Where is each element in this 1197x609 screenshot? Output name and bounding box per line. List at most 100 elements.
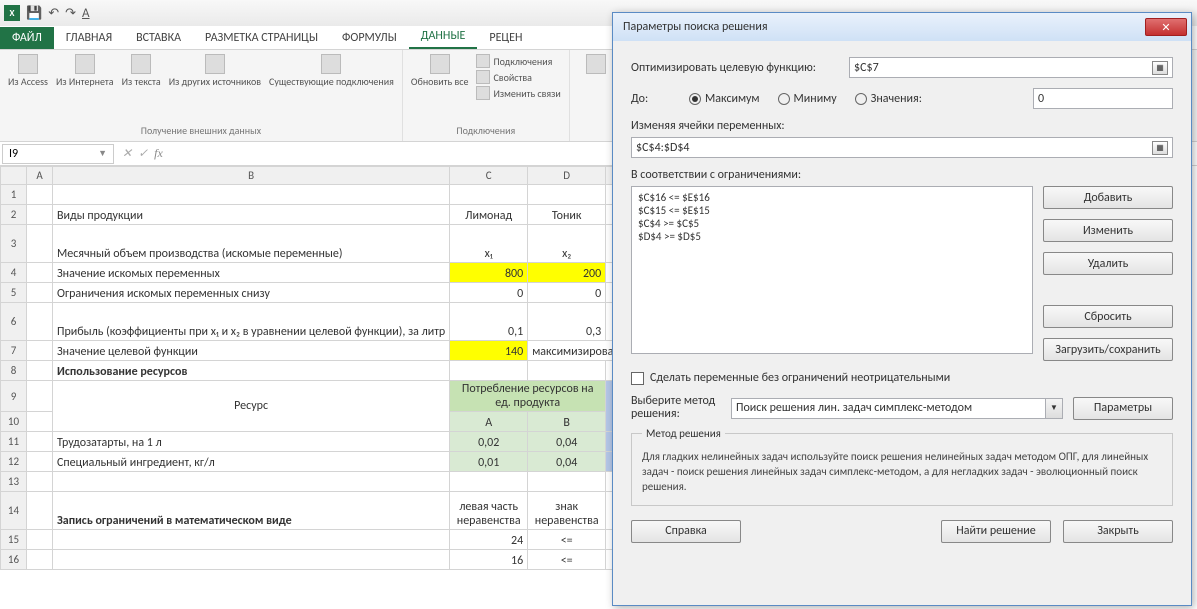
row-header[interactable]: 15	[1, 530, 27, 550]
chevron-down-icon[interactable]: ▼	[1045, 399, 1062, 418]
cell[interactable]: Ресурс	[53, 381, 450, 432]
undo-icon[interactable]: ↶	[48, 6, 59, 21]
row-header[interactable]: 9	[1, 381, 27, 412]
reset-button[interactable]: Сбросить	[1043, 305, 1173, 328]
add-button[interactable]: Добавить	[1043, 186, 1173, 209]
tab-data[interactable]: ДАННЫЕ	[409, 25, 478, 49]
cell[interactable]: 800	[450, 263, 528, 283]
cell[interactable]: Месячный объем производства (искомые пер…	[53, 225, 450, 263]
constraint-item[interactable]: $C$16 <= $E$16	[638, 191, 1026, 204]
cell[interactable]: 0	[450, 283, 528, 303]
properties-button[interactable]: Свойства	[476, 70, 531, 84]
row-header[interactable]: 3	[1, 225, 27, 263]
row-header[interactable]: 13	[1, 472, 27, 492]
range-picker-icon[interactable]: ▦	[1152, 141, 1168, 155]
constraint-item[interactable]: $C$15 <= $E$15	[638, 204, 1026, 217]
cell[interactable]: Лимонад	[450, 205, 528, 225]
cell[interactable]: <=	[528, 550, 606, 570]
cell[interactable]: 0,04	[528, 432, 606, 452]
constraints-list[interactable]: $C$16 <= $E$16 $C$15 <= $E$15 $C$4 >= $C…	[631, 186, 1033, 354]
cell[interactable]: 0,04	[528, 452, 606, 472]
row-header[interactable]: 1	[1, 185, 27, 205]
name-box[interactable]: I9▼	[2, 144, 114, 164]
tab-home[interactable]: ГЛАВНАЯ	[54, 27, 124, 49]
col-header-c[interactable]: C	[450, 167, 528, 185]
radio-min[interactable]: Миниму	[778, 92, 837, 106]
cell[interactable]: Прибыль (коэффициенты при x₁ и x₂ в урав…	[53, 303, 450, 341]
params-button[interactable]: Параметры	[1073, 397, 1173, 420]
sort-az-button[interactable]	[578, 54, 614, 76]
constraint-item[interactable]: $D$4 >= $D$5	[638, 230, 1026, 243]
select-all-corner[interactable]	[1, 167, 27, 185]
tab-formulas[interactable]: ФОРМУЛЫ	[330, 27, 409, 49]
row-header[interactable]: 16	[1, 550, 27, 570]
cell[interactable]: B	[528, 412, 606, 432]
row-header[interactable]: 4	[1, 263, 27, 283]
cell[interactable]: Виды продукции	[53, 205, 450, 225]
cancel-icon[interactable]: ✕	[122, 146, 132, 161]
cell[interactable]: 0,01	[450, 452, 528, 472]
cell[interactable]: A	[450, 412, 528, 432]
cell[interactable]: Трудозатарты, на 1 л	[53, 432, 450, 452]
save-icon[interactable]: 💾	[26, 6, 42, 21]
radio-max[interactable]: Максимум	[689, 92, 760, 106]
edit-links-button[interactable]: Изменить связи	[476, 86, 560, 100]
help-button[interactable]: Справка	[631, 520, 741, 543]
variables-input[interactable]: $C$4:$D$4 ▦	[631, 137, 1173, 158]
cell[interactable]: Тоник	[528, 205, 606, 225]
tab-insert[interactable]: ВСТАВКА	[124, 27, 193, 49]
load-save-button[interactable]: Загрузить/сохранить	[1043, 338, 1173, 361]
cell[interactable]: 24	[450, 530, 528, 550]
cell[interactable]: 0,02	[450, 432, 528, 452]
cell[interactable]: 0,1	[450, 303, 528, 341]
solve-button[interactable]: Найти решение	[941, 520, 1051, 543]
from-access-button[interactable]: Из Access	[8, 54, 48, 87]
cell[interactable]: 140	[450, 341, 528, 361]
cell[interactable]: Значение искомых переменных	[53, 263, 450, 283]
cell[interactable]: левая часть неравенства	[450, 492, 528, 530]
tab-review[interactable]: РЕЦЕН	[477, 27, 534, 49]
cell[interactable]: 200	[528, 263, 606, 283]
objective-input[interactable]: $C$7 ▦	[849, 57, 1173, 78]
cell[interactable]: Запись ограничений в математическом виде	[53, 492, 450, 530]
row-header[interactable]: 12	[1, 452, 27, 472]
delete-button[interactable]: Удалить	[1043, 252, 1173, 275]
cell[interactable]: Значение целевой функции	[53, 341, 450, 361]
row-header[interactable]: 7	[1, 341, 27, 361]
cell[interactable]: 16	[450, 550, 528, 570]
constraint-item[interactable]: $C$4 >= $C$5	[638, 217, 1026, 230]
tab-layout[interactable]: РАЗМЕТКА СТРАНИЦЫ	[193, 27, 330, 49]
value-input[interactable]: 0	[1033, 88, 1173, 109]
cell[interactable]: 0	[528, 283, 606, 303]
font-icon[interactable]: A	[82, 6, 90, 21]
close-dialog-button[interactable]: Закрыть	[1063, 520, 1173, 543]
cell[interactable]: Потребление ресурсов на ед. продукта	[450, 381, 606, 412]
row-header[interactable]: 14	[1, 492, 27, 530]
row-header[interactable]: 8	[1, 361, 27, 381]
cell[interactable]: <=	[528, 530, 606, 550]
col-header-d[interactable]: D	[528, 167, 606, 185]
row-header[interactable]: 10	[1, 412, 27, 432]
nonneg-checkbox[interactable]	[631, 372, 644, 385]
change-button[interactable]: Изменить	[1043, 219, 1173, 242]
chevron-down-icon[interactable]: ▼	[98, 148, 107, 159]
cell[interactable]: x₂	[528, 225, 606, 263]
connections-button[interactable]: Подключения	[476, 54, 552, 68]
enter-icon[interactable]: ✓	[138, 146, 148, 161]
row-header[interactable]: 11	[1, 432, 27, 452]
row-header[interactable]: 5	[1, 283, 27, 303]
col-header-b[interactable]: B	[53, 167, 450, 185]
col-header-a[interactable]: A	[27, 167, 53, 185]
row-header[interactable]: 2	[1, 205, 27, 225]
from-other-button[interactable]: Из других источников	[169, 54, 261, 87]
refresh-all-button[interactable]: Обновить все	[411, 54, 469, 87]
row-header[interactable]: 6	[1, 303, 27, 341]
cell[interactable]: Ограничения искомых переменных снизу	[53, 283, 450, 303]
range-picker-icon[interactable]: ▦	[1152, 61, 1168, 75]
redo-icon[interactable]: ↷	[65, 6, 76, 21]
fx-icon[interactable]: fx	[154, 146, 163, 161]
cell[interactable]: Использование ресурсов	[53, 361, 450, 381]
existing-connections-button[interactable]: Существующие подключения	[269, 54, 394, 87]
cell[interactable]: Специальный ингредиент, кг/л	[53, 452, 450, 472]
from-text-button[interactable]: Из текста	[122, 54, 161, 87]
